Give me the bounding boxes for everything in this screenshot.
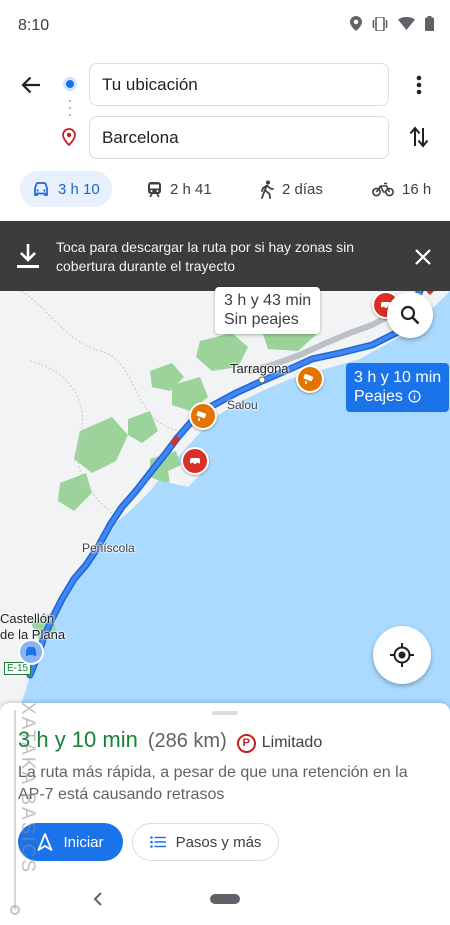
parking-icon: P xyxy=(236,733,256,753)
main-route-note-row: Peajes xyxy=(354,387,441,406)
status-bar: 8:10 xyxy=(0,0,450,52)
map-label-peniscola: Peñíscola xyxy=(82,541,135,555)
more-vert-icon xyxy=(416,75,422,95)
route-description: La ruta más rápida, a pesar de que una r… xyxy=(18,764,408,803)
my-location-button[interactable] xyxy=(373,626,431,684)
travel-mode-tabs: 3 h 10 2 h 41 2 días 16 h xyxy=(0,168,450,212)
start-location-icon xyxy=(18,639,44,665)
main-route-time: 3 h y 10 min xyxy=(354,369,442,386)
wifi-icon xyxy=(398,17,415,30)
route-distance: (286 km) xyxy=(147,730,227,752)
steps-label: Pasos y más xyxy=(175,833,262,851)
more-options-button[interactable] xyxy=(406,70,432,100)
speed-camera-icon[interactable] xyxy=(296,365,324,393)
map-search-button[interactable] xyxy=(387,292,433,338)
alt-route-note: Sin peajes xyxy=(224,311,299,328)
vibrate-icon xyxy=(372,16,388,31)
route-dots xyxy=(69,100,71,120)
tab-car-label: 3 h 10 xyxy=(58,180,100,198)
destination-pin-icon xyxy=(62,128,76,151)
bike-icon xyxy=(372,182,394,196)
alt-route-time: 3 h y 43 min xyxy=(224,292,312,309)
sheet-drag-handle[interactable] xyxy=(212,711,238,715)
tab-transit[interactable]: 2 h 41 xyxy=(135,171,224,207)
navigation-arrow-icon xyxy=(38,833,53,851)
start-navigation-label: Iniciar xyxy=(63,833,104,851)
tab-car[interactable]: 3 h 10 xyxy=(20,171,112,207)
main-route-callout[interactable]: 3 h y 10 min Peajes xyxy=(346,363,450,412)
status-icons xyxy=(350,16,434,31)
origin-field[interactable]: Tu ubicación xyxy=(89,63,389,106)
tab-walk-label: 2 días xyxy=(282,180,323,198)
accident-icon[interactable] xyxy=(181,447,209,475)
search-icon xyxy=(400,305,420,325)
main-route-note: Peajes xyxy=(354,388,403,405)
tab-walk[interactable]: 2 días xyxy=(248,171,335,207)
maps-directions-screen: 8:10 Tu ubicación Barcelona 3 h 10 2 h 4… xyxy=(0,0,450,925)
destination-field[interactable]: Barcelona xyxy=(89,116,389,159)
nav-home-pill[interactable] xyxy=(210,894,240,904)
train-icon xyxy=(148,181,161,197)
battery-icon xyxy=(425,16,434,31)
swap-button[interactable] xyxy=(404,122,434,152)
origin-dot-icon xyxy=(63,77,77,91)
tab-bike-label: 16 h xyxy=(402,180,432,198)
tab-transit-label: 2 h 41 xyxy=(170,180,212,198)
my-location-icon xyxy=(390,643,414,667)
parking-status-label: Limitado xyxy=(261,734,323,751)
status-time: 8:10 xyxy=(18,17,50,34)
map-label-castellon: Castellón xyxy=(0,611,55,626)
download-banner-text: Toca para descargar la ruta por si hay z… xyxy=(56,239,355,274)
info-icon xyxy=(408,390,421,403)
route-summary: 3 h y 10 min (286 km) P Limitado xyxy=(18,727,322,754)
car-icon xyxy=(34,181,48,196)
steps-button[interactable]: Pasos y más xyxy=(132,823,279,861)
location-icon xyxy=(350,16,362,31)
parking-status: P Limitado xyxy=(236,733,323,753)
system-nav-bar xyxy=(0,880,450,925)
watermark-dot xyxy=(10,905,20,915)
close-icon[interactable] xyxy=(410,245,436,269)
walk-icon xyxy=(261,180,274,199)
swap-vert-icon xyxy=(409,126,429,148)
tab-bike[interactable]: 16 h xyxy=(360,171,443,207)
offline-download-banner[interactable]: Toca para descargar la ruta por si hay z… xyxy=(0,221,450,291)
download-icon xyxy=(17,244,39,268)
alt-route-callout[interactable]: 3 h y 43 min Sin peajes xyxy=(215,287,321,334)
back-button[interactable] xyxy=(14,70,48,100)
arrow-left-icon xyxy=(21,76,40,94)
map-label-salou: Salou xyxy=(227,398,258,412)
map-label-tarragona: Tarragona xyxy=(230,361,289,376)
speed-camera-icon[interactable] xyxy=(189,402,217,430)
list-icon xyxy=(149,836,166,848)
watermark: XATAKA BASICS xyxy=(17,702,38,875)
nav-back-icon[interactable] xyxy=(90,889,106,909)
